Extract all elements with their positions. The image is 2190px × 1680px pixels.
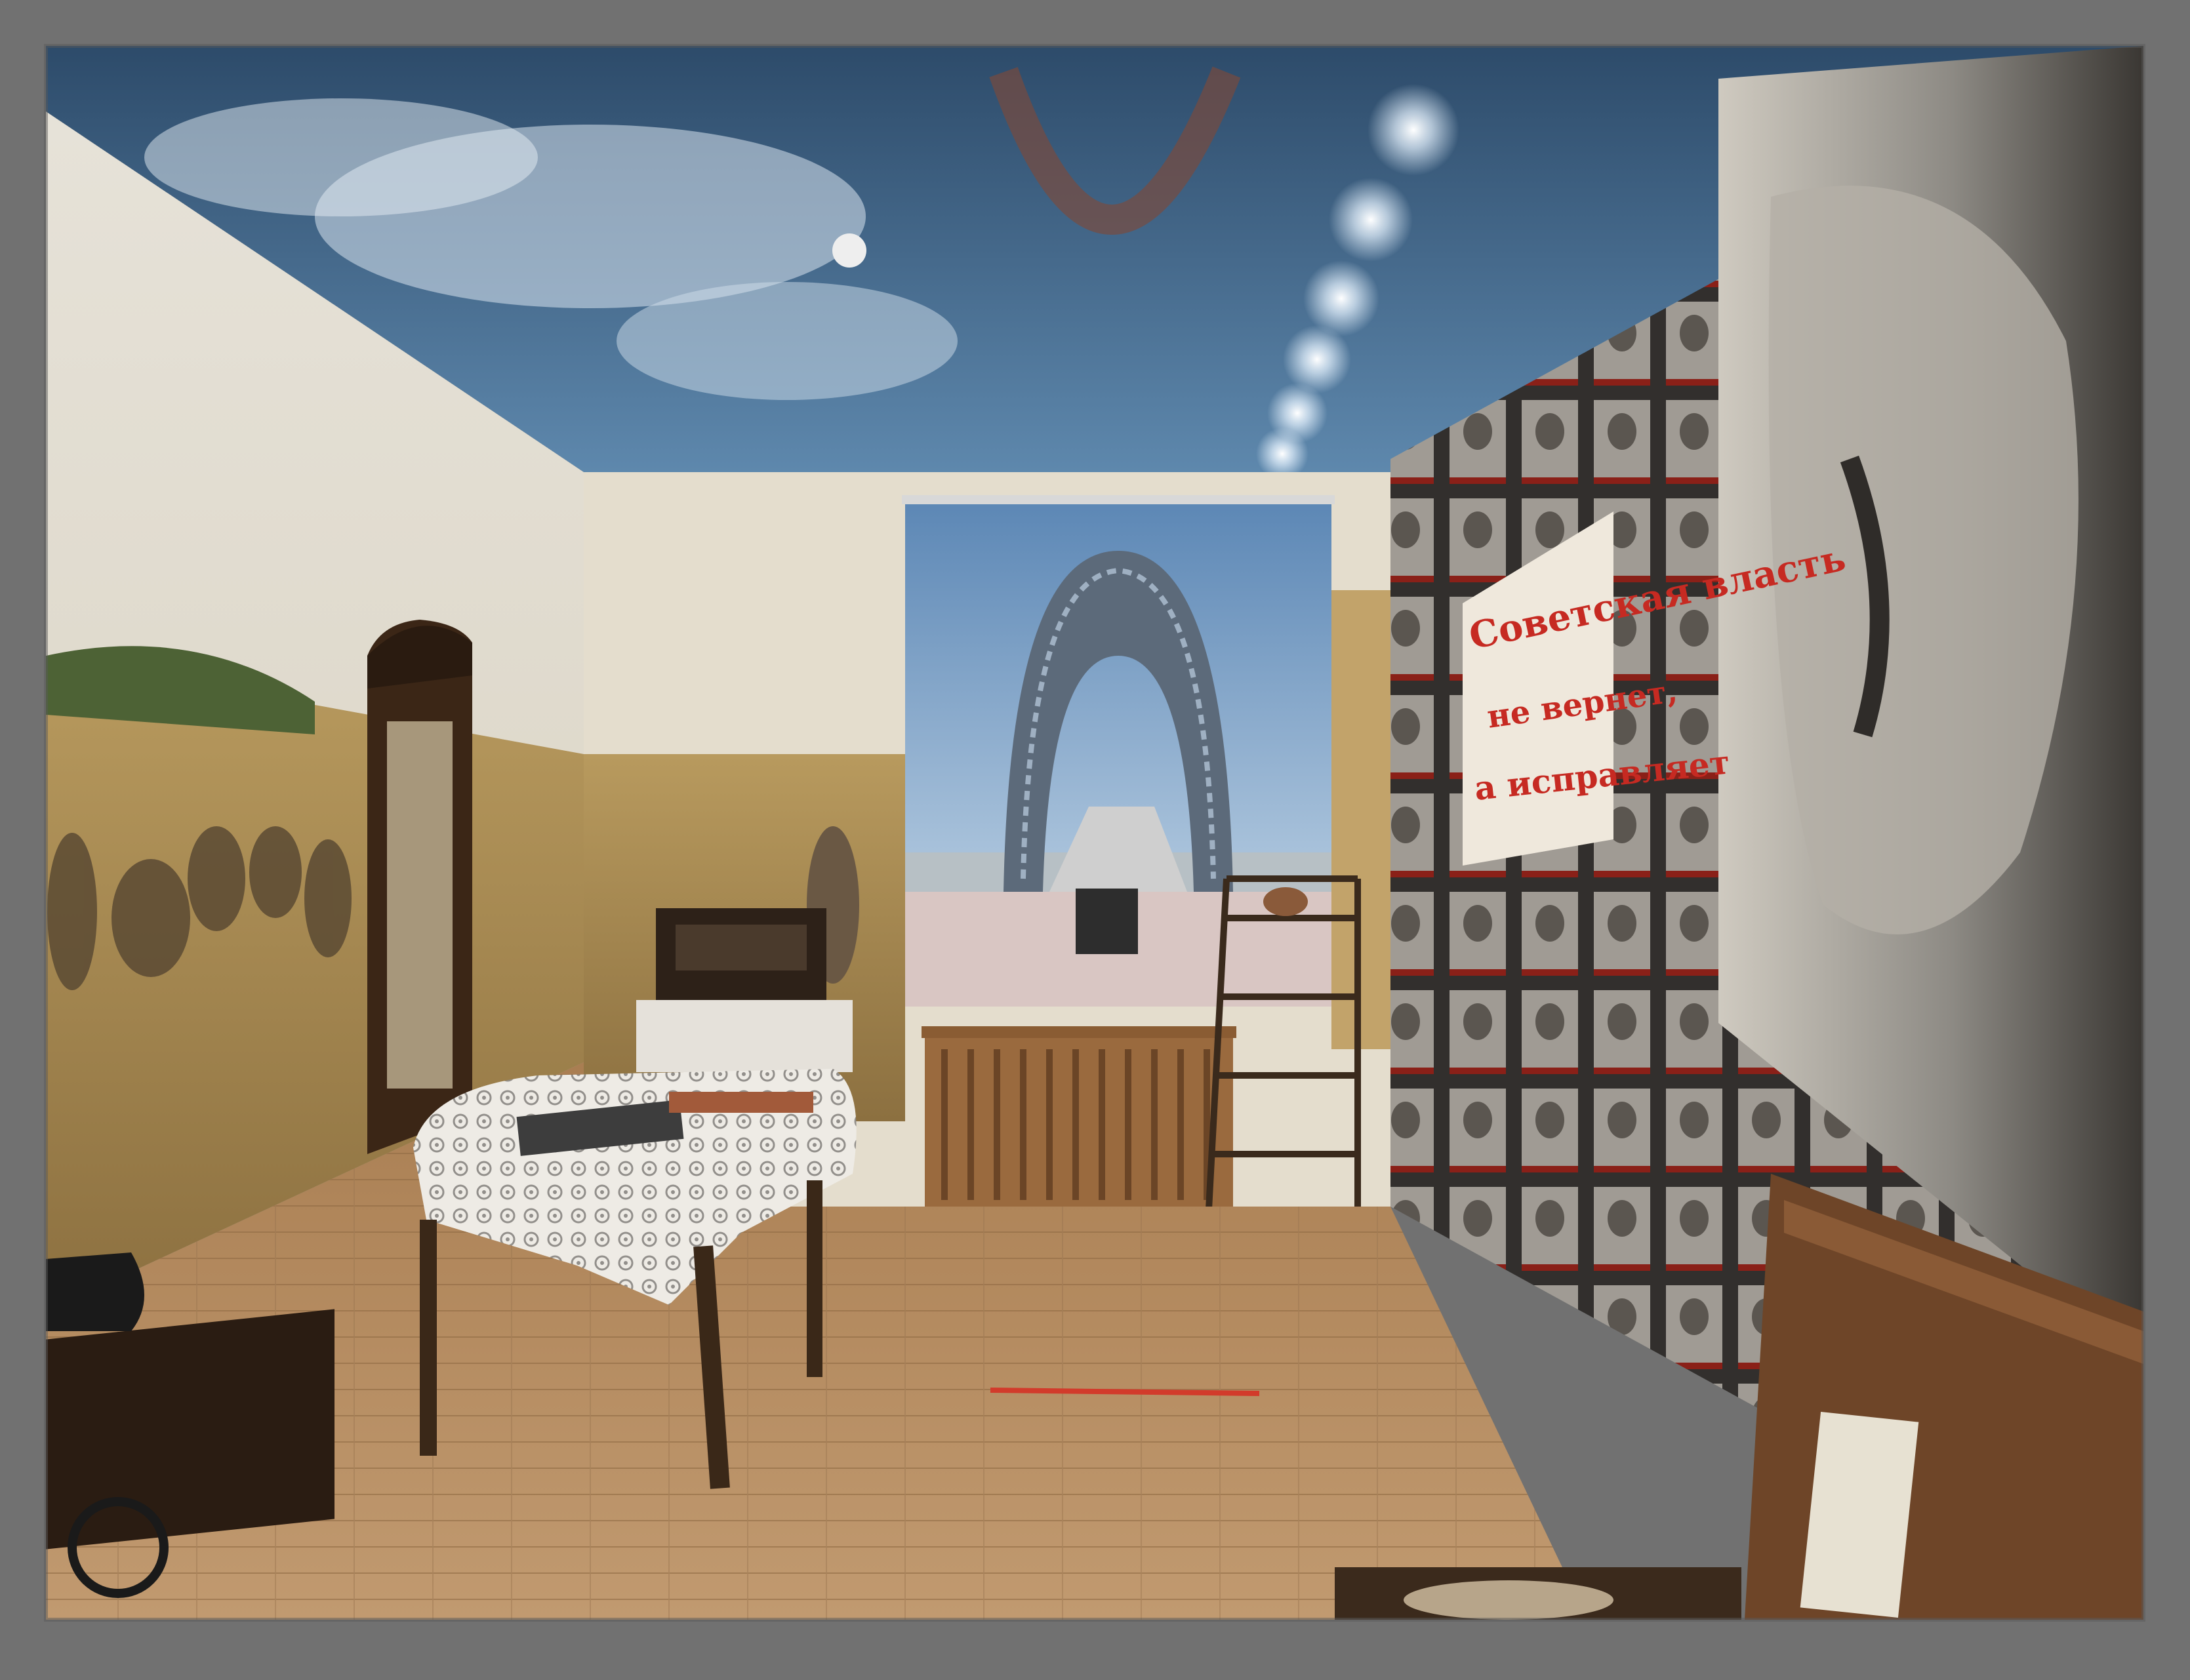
- photo-frame: Советская власть не вернет, а исправляет: [0, 0, 2190, 1680]
- old-radio: [636, 908, 853, 1072]
- smoke-detector: [832, 233, 866, 268]
- blind-poster: [902, 495, 1335, 1007]
- radiator-cover: [922, 1026, 1236, 1207]
- wall-mirror: [367, 620, 472, 1154]
- room-photo: Советская власть не вернет, а исправляет: [46, 46, 2143, 1620]
- red-floor-line: [990, 1388, 1260, 1396]
